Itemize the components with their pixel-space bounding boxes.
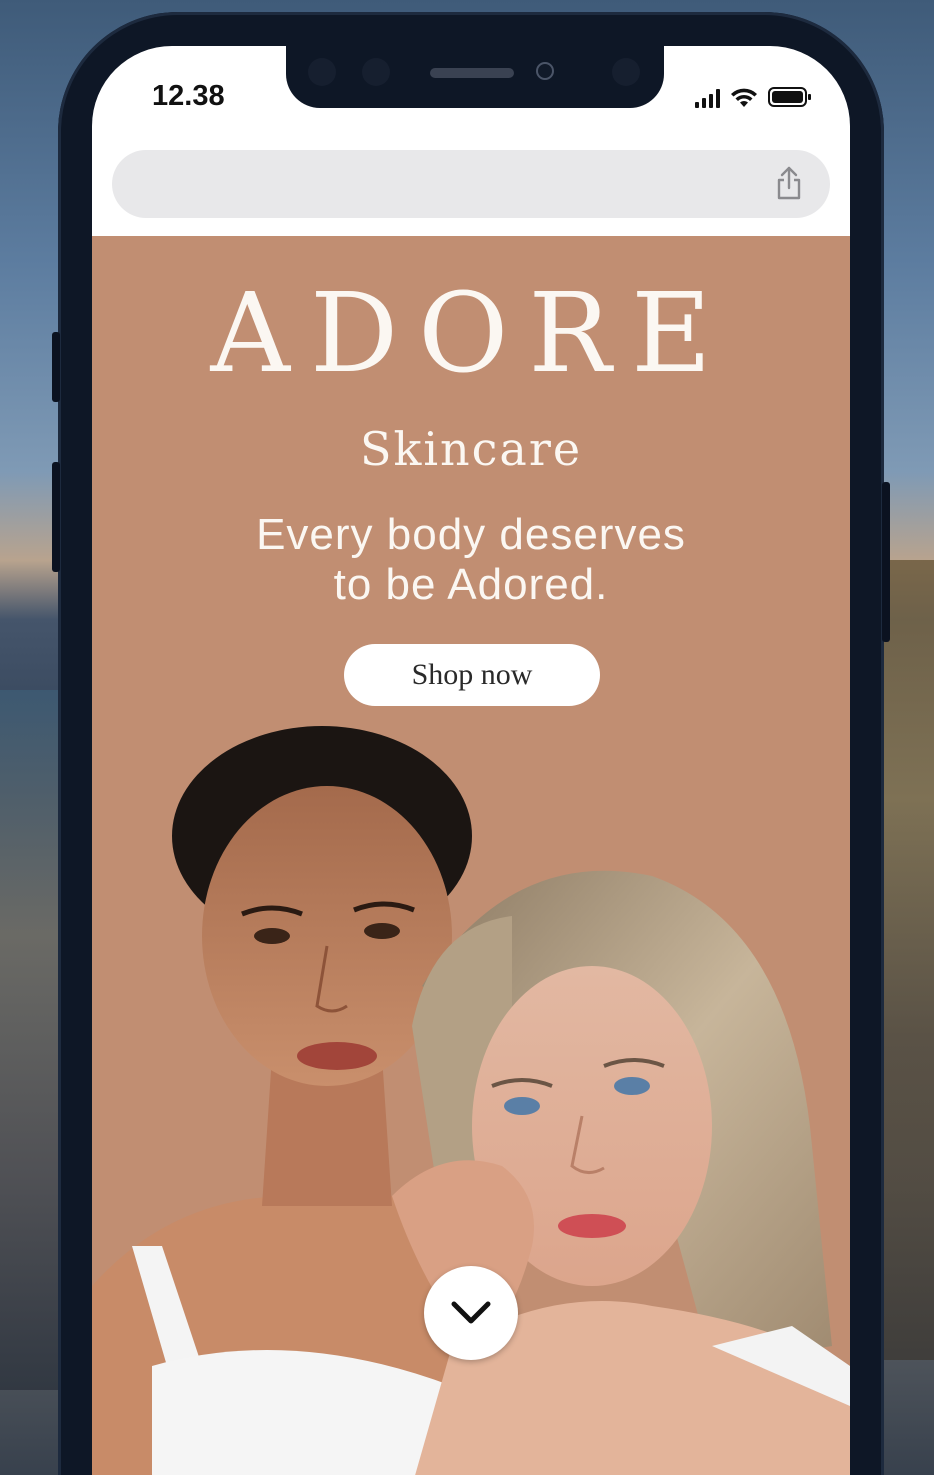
earpiece-speaker — [430, 68, 514, 78]
tagline-line-2: to be Adored. — [333, 560, 609, 609]
phone-screen: 12.38 ADORE Skincare Every body deserves… — [92, 46, 850, 1475]
phone-power-button — [882, 482, 890, 642]
shop-now-button[interactable]: Shop now — [344, 644, 600, 706]
browser-address-bar[interactable] — [112, 150, 830, 218]
cellular-signal-icon — [695, 88, 720, 108]
share-icon[interactable] — [774, 166, 804, 200]
brand-logo: ADORE — [210, 269, 732, 397]
phone-volume-up-button — [52, 462, 60, 572]
notch-sensor — [362, 58, 390, 86]
battery-icon — [768, 86, 812, 108]
notch-sensor — [612, 58, 640, 86]
hero-section: ADORE Skincare Every body deserves to be… — [92, 236, 850, 1475]
chevron-down-icon — [451, 1301, 491, 1324]
front-camera — [536, 62, 554, 80]
phone-mute-switch — [52, 332, 60, 402]
tagline-line-1: Every body deserves — [256, 510, 686, 559]
hero-tagline: Every body deserves to be Adored. — [92, 510, 850, 610]
status-time: 12.38 — [152, 80, 225, 112]
scroll-down-button[interactable] — [424, 1266, 518, 1360]
phone-notch — [286, 44, 664, 108]
status-icons — [695, 86, 812, 108]
background-coast-left — [0, 690, 60, 1390]
wifi-icon — [730, 86, 758, 108]
brand-subtitle: Skincare — [359, 422, 583, 476]
notch-sensor — [308, 58, 336, 86]
hero-models-image — [92, 726, 850, 1475]
